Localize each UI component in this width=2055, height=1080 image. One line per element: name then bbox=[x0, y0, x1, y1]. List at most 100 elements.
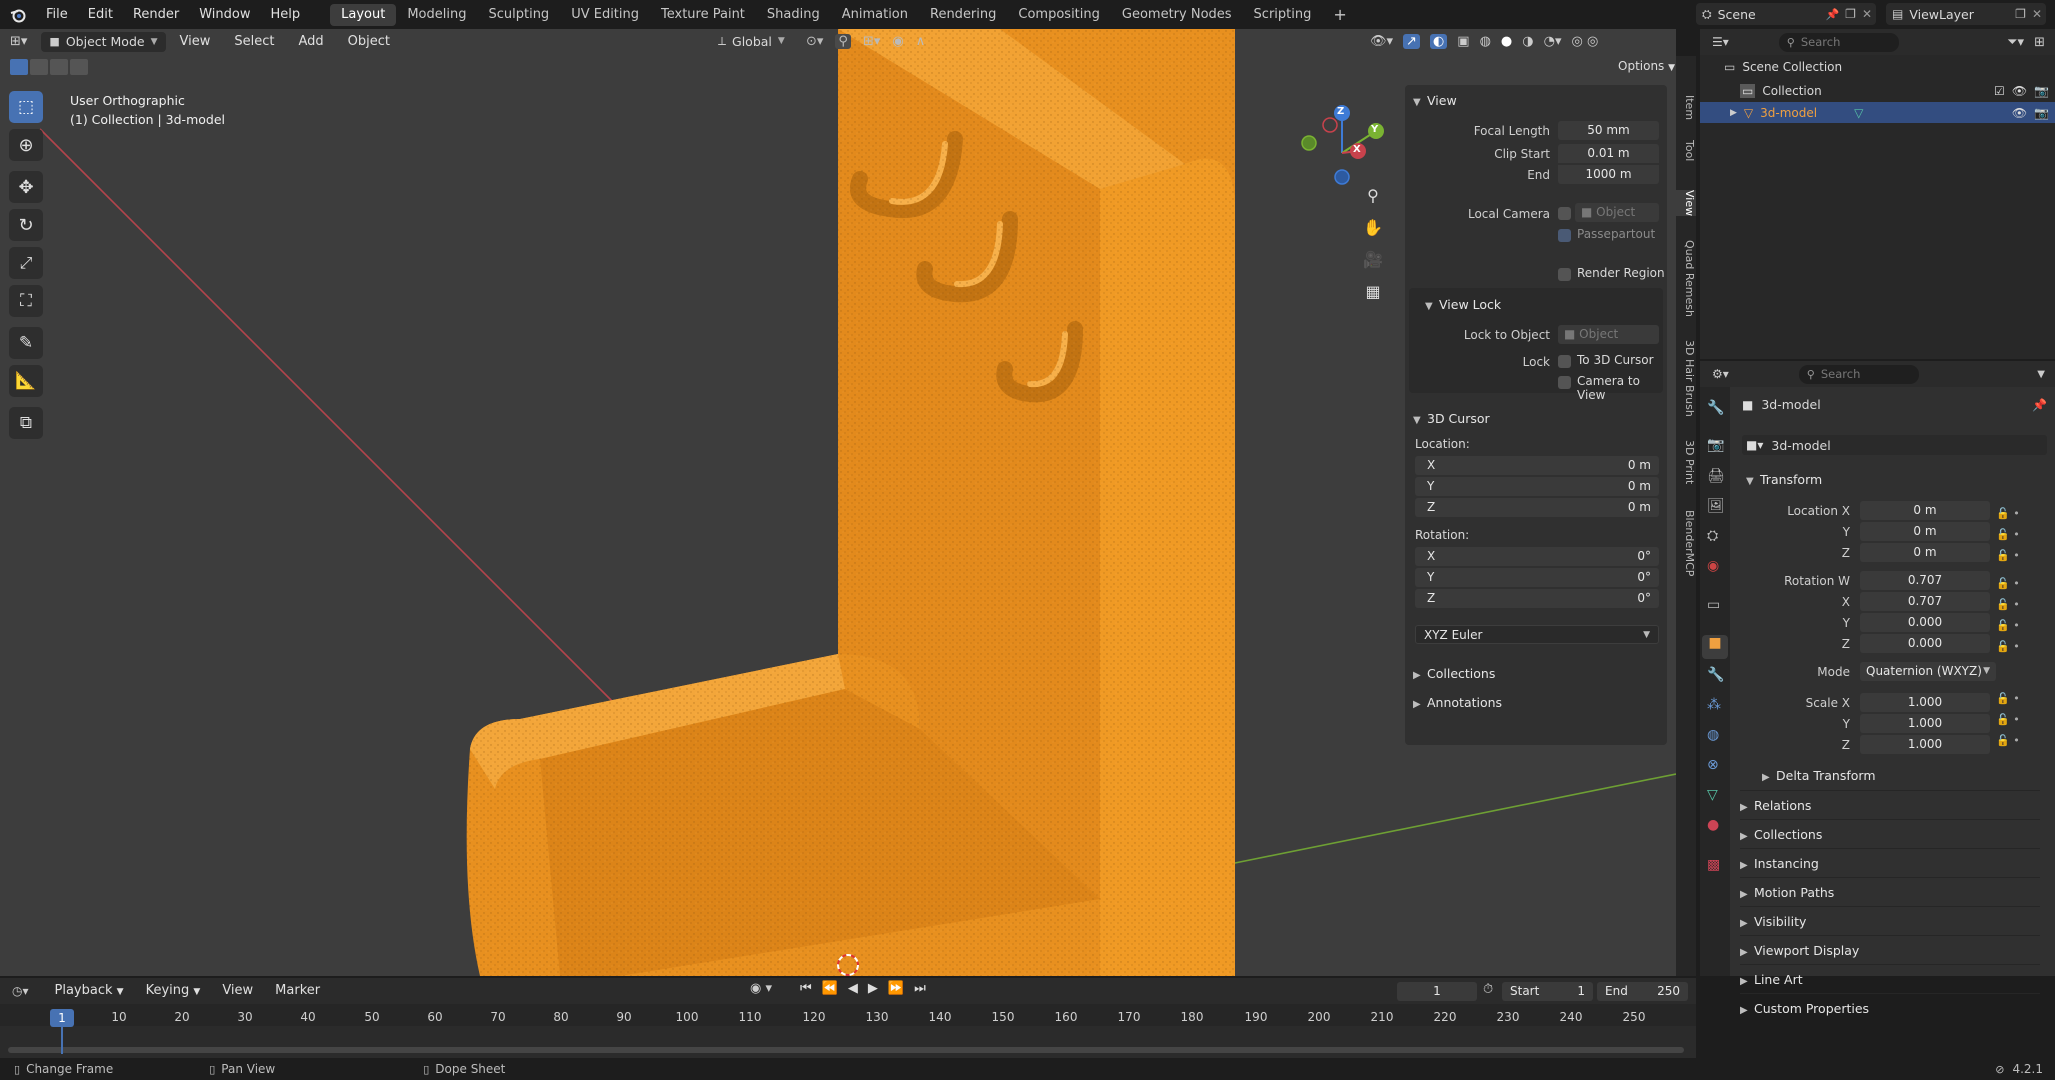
render-toggle-icon[interactable]: ◎ ◎ bbox=[1571, 34, 1598, 49]
rendered-shading-icon[interactable]: ◔▾ bbox=[1544, 34, 1562, 49]
end-frame-field[interactable]: End 250 bbox=[1597, 982, 1688, 1001]
current-frame-field[interactable]: 1 bbox=[1397, 982, 1477, 1001]
camera-icon[interactable]: 📷 bbox=[2034, 84, 2055, 98]
move-tool[interactable]: ✥ bbox=[9, 171, 43, 203]
select-extend-icon[interactable] bbox=[30, 59, 48, 75]
proportional-edit-icon[interactable]: ◉ bbox=[892, 34, 903, 49]
visibility-icon[interactable]: 👁▾ bbox=[1370, 34, 1393, 49]
editor-type-icon[interactable]: ⊞▾ bbox=[10, 34, 27, 49]
output-tab-icon[interactable]: 🖨 bbox=[1707, 468, 1725, 484]
tab-shading[interactable]: Shading bbox=[756, 4, 831, 26]
clip-end-field[interactable]: 1000 m bbox=[1558, 165, 1659, 184]
lock-icon[interactable]: 🔓 • bbox=[1996, 545, 2036, 566]
tool-tab-icon[interactable]: 🔧 bbox=[1707, 400, 1724, 416]
select-new-icon[interactable] bbox=[10, 59, 28, 75]
viewport-menu-select[interactable]: Select bbox=[224, 32, 284, 52]
jump-start-icon[interactable]: ⏮ bbox=[800, 981, 812, 996]
chevron-down-icon[interactable]: ▼ bbox=[2037, 369, 2055, 380]
visibility-section[interactable]: ▶ Visibility bbox=[1740, 906, 2040, 935]
location-x-field[interactable]: 0 m bbox=[1860, 501, 1990, 520]
copy-icon[interactable]: ❐ bbox=[1845, 7, 1856, 21]
solid-shading-icon[interactable]: ● bbox=[1501, 34, 1512, 49]
tab-compositing[interactable]: Compositing bbox=[1007, 4, 1111, 26]
material-tab-icon[interactable]: ● bbox=[1707, 817, 1719, 833]
filter-icon[interactable]: ⏷▾ bbox=[2007, 35, 2024, 50]
snap-icon[interactable]: ⚲ bbox=[835, 33, 851, 49]
editor-type-icon[interactable]: ⚙▾ bbox=[1712, 367, 1729, 381]
viewport-display-section[interactable]: ▶ Viewport Display bbox=[1740, 935, 2040, 964]
lock-icon[interactable]: 🔓 • bbox=[1996, 709, 2036, 730]
tab-layout[interactable]: Layout bbox=[330, 3, 397, 26]
object-tab-icon[interactable]: ■ bbox=[1702, 635, 1728, 659]
add-cube-tool[interactable]: ⧉ bbox=[9, 407, 43, 439]
ortho-toggle-button[interactable]: ▦ bbox=[1361, 279, 1385, 303]
play-icon[interactable]: ▶ bbox=[868, 981, 878, 996]
rotation-y-field[interactable]: 0.000 bbox=[1860, 613, 1990, 632]
tab-uv-editing[interactable]: UV Editing bbox=[560, 4, 650, 26]
blender-logo-icon[interactable] bbox=[0, 0, 36, 29]
pin-icon[interactable]: 📌 bbox=[2032, 398, 2047, 412]
cursor-location-z[interactable]: Z 0 m bbox=[1415, 498, 1659, 517]
jump-end-icon[interactable]: ⏭ bbox=[914, 981, 926, 996]
close-icon[interactable]: ✕ bbox=[2032, 7, 2046, 21]
sidebar-tab-item[interactable]: Item bbox=[1676, 95, 1696, 120]
sidebar-tab-tool[interactable]: Tool bbox=[1676, 140, 1696, 161]
eye-icon[interactable]: 👁 bbox=[2012, 106, 2027, 120]
playhead[interactable]: 1 bbox=[50, 1009, 74, 1027]
snap-target-icon[interactable]: ⊞▾ bbox=[863, 34, 880, 49]
particles-tab-icon[interactable]: ⁂ bbox=[1707, 697, 1721, 713]
preview-range-icon[interactable]: ⏱ bbox=[1483, 982, 1493, 997]
menu-window[interactable]: Window bbox=[189, 0, 260, 29]
rotation-mode-dropdown[interactable]: Quaternion (WXYZ) ▼ bbox=[1860, 662, 1996, 681]
timeline-menu-keying[interactable]: Keying ▼ bbox=[136, 981, 211, 1001]
menu-edit[interactable]: Edit bbox=[78, 0, 123, 29]
instancing-section[interactable]: ▶ Instancing bbox=[1740, 848, 2040, 877]
sidebar-tab-quad-remesh[interactable]: Quad Remesh bbox=[1676, 240, 1696, 317]
camera-icon[interactable]: 📷 bbox=[2034, 106, 2055, 120]
timeline-menu-playback[interactable]: Playback ▼ bbox=[45, 981, 134, 1001]
lock-icon[interactable]: 🔓 • bbox=[1996, 730, 2036, 751]
sidebar-tab-blendermcp[interactable]: BlenderMCP bbox=[1676, 510, 1696, 576]
tab-sculpting[interactable]: Sculpting bbox=[477, 4, 560, 26]
cursor-rotation-x[interactable]: X 0° bbox=[1415, 547, 1659, 566]
view-layer-tab-icon[interactable]: 🖼 bbox=[1707, 498, 1725, 514]
rotation-w-field[interactable]: 0.707 bbox=[1860, 571, 1990, 590]
new-collection-icon[interactable]: ⊞ bbox=[2034, 35, 2055, 50]
render-region-checkbox[interactable] bbox=[1558, 268, 1571, 281]
outliner-collection[interactable]: ▭ Collection ☑ 👁 📷 bbox=[1740, 81, 2055, 101]
tab-rendering[interactable]: Rendering bbox=[919, 4, 1007, 26]
outliner-search-input[interactable]: ⚲ Search bbox=[1778, 32, 1899, 52]
prev-keyframe-icon[interactable]: ⏪ bbox=[822, 981, 838, 996]
lock-to-object-field[interactable]: ■ Object bbox=[1558, 325, 1659, 344]
rotation-x-field[interactable]: 0.707 bbox=[1860, 592, 1990, 611]
physics-tab-icon[interactable]: ◍ bbox=[1707, 727, 1719, 743]
editor-type-icon[interactable]: ◷▾ bbox=[12, 984, 29, 998]
start-frame-field[interactable]: Start 1 bbox=[1502, 982, 1593, 1001]
measure-tool[interactable]: 📐 bbox=[9, 365, 43, 397]
data-tab-icon[interactable]: ▽ bbox=[1707, 787, 1718, 803]
lock-icon[interactable]: 🔓 • bbox=[1996, 573, 2036, 594]
scale-z-field[interactable]: 1.000 bbox=[1860, 735, 1990, 754]
transform-section-header[interactable]: ▼ Transform bbox=[1746, 472, 1822, 487]
annotations-section-header[interactable]: ▶ Annotations bbox=[1413, 695, 1502, 710]
sidebar-tab-3d-print[interactable]: 3D Print bbox=[1676, 440, 1696, 484]
location-y-field[interactable]: 0 m bbox=[1860, 522, 1990, 541]
world-tab-icon[interactable]: ◉ bbox=[1707, 558, 1719, 574]
wireframe-shading-icon[interactable]: ◍ bbox=[1480, 34, 1491, 49]
select-subtract-icon[interactable] bbox=[50, 59, 68, 75]
exclude-checkbox-icon[interactable]: ☑ bbox=[1994, 84, 2005, 98]
outliner-object-row[interactable]: ▶ ▽ 3d-model ▽ 👁 📷 bbox=[1700, 102, 2055, 123]
passepartout-checkbox[interactable] bbox=[1558, 229, 1571, 242]
3d-viewport[interactable]: ⊞▾ ■ Object Mode ▼ View Select Add Objec… bbox=[0, 29, 1676, 976]
select-box-tool[interactable]: ⬚ bbox=[9, 91, 43, 123]
menu-file[interactable]: File bbox=[36, 0, 78, 29]
relations-section[interactable]: ▶ Relations bbox=[1740, 790, 2040, 819]
constraints-tab-icon[interactable]: ⊗ bbox=[1707, 757, 1719, 773]
viewport-menu-object[interactable]: Object bbox=[338, 32, 400, 52]
chevron-right-icon[interactable]: ▶ bbox=[1730, 108, 1737, 118]
camera-to-view-checkbox[interactable] bbox=[1558, 376, 1571, 389]
clip-start-field[interactable]: 0.01 m bbox=[1558, 144, 1659, 163]
tab-geometry-nodes[interactable]: Geometry Nodes bbox=[1111, 4, 1243, 26]
eye-icon[interactable]: 👁 bbox=[2012, 84, 2027, 98]
lock-icon[interactable]: 🔓 • bbox=[1996, 594, 2036, 615]
